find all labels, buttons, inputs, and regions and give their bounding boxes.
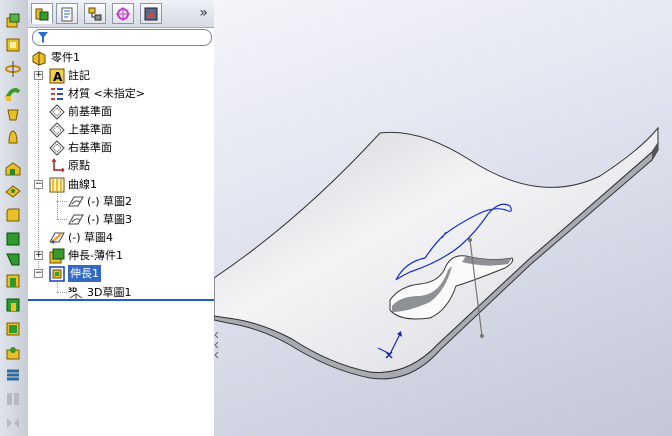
fillet-icon[interactable] (4, 206, 22, 224)
extruded-boss-icon[interactable] (4, 12, 22, 30)
extrude-cut-icon (49, 266, 65, 282)
extrude-thin-icon (49, 248, 65, 264)
bell-icon[interactable] (4, 128, 22, 146)
sketch-edit-icon (49, 230, 65, 246)
sketch-icon (68, 194, 84, 210)
display-manager-tab[interactable] (140, 3, 162, 24)
tree-item-right-plane[interactable]: 右基準面 (49, 139, 199, 156)
svg-text:3D: 3D (68, 287, 77, 294)
tree-item-label: 註記 (68, 69, 90, 82)
linear-pattern-icon[interactable] (4, 390, 22, 408)
configuration-manager-tab[interactable] (84, 3, 106, 24)
features-toolbar (0, 0, 29, 436)
mirror-icon[interactable] (4, 414, 22, 432)
tree-item-extrude1[interactable]: 伸長1 (49, 265, 199, 282)
tree-item-label: 零件1 (51, 51, 80, 64)
hole-wizard-icon[interactable] (4, 320, 22, 338)
tree-item-curve[interactable]: 曲線1 (49, 176, 199, 193)
tree-item-annotations[interactable]: A 註記 (49, 67, 199, 84)
tree-item-top-plane[interactable]: 上基準面 (49, 121, 199, 138)
graphics-viewport[interactable] (214, 0, 672, 436)
part-model[interactable] (214, 0, 672, 436)
revolve-icon[interactable] (4, 60, 22, 78)
plane-icon (49, 140, 65, 156)
tree-item-extrude-thin[interactable]: 伸長-薄件1 (49, 247, 199, 264)
filter-icon (38, 32, 48, 43)
tree-item-label: 曲線1 (68, 178, 97, 191)
tree-item-label: 右基準面 (68, 141, 112, 154)
dim-expert-tab[interactable] (112, 3, 134, 24)
tree-item-material[interactable]: 材質 <未指定> (49, 85, 209, 102)
loft-icon[interactable] (4, 106, 22, 124)
sweep-icon[interactable] (4, 84, 22, 102)
svg-text:A: A (53, 70, 63, 84)
tree-item-label: (-) 草圖4 (68, 231, 114, 244)
extruded-base-icon[interactable] (4, 36, 22, 54)
tree-item-label: 前基準面 (68, 105, 112, 118)
tree-item-sketch2[interactable]: (-) 草圖2 (68, 193, 208, 210)
collapse-toggle[interactable]: − (34, 180, 43, 189)
more-tabs-chevron[interactable]: » (199, 5, 208, 21)
extruded-cut-icon[interactable] (4, 160, 22, 178)
plane-icon (49, 122, 65, 138)
plane-icon (49, 104, 65, 120)
part-icon (32, 50, 48, 66)
property-manager-tab[interactable] (56, 3, 78, 24)
collapse-toggle[interactable]: − (34, 269, 43, 278)
material-icon (49, 86, 65, 102)
curve-icon (49, 177, 65, 193)
feature-tree-tab[interactable] (31, 3, 53, 24)
tree-item-front-plane[interactable]: 前基準面 (49, 103, 199, 120)
annotation-icon: A (49, 68, 65, 84)
expand-toggle[interactable]: + (34, 251, 43, 260)
tree-item-part[interactable]: 零件1 (32, 49, 202, 66)
cut-icon[interactable] (4, 182, 22, 200)
sketch-icon (68, 212, 84, 228)
origin-icon (49, 158, 65, 174)
rollback-bar[interactable] (28, 299, 214, 301)
chamfer-icon[interactable] (4, 230, 22, 248)
tree-item-origin[interactable]: 原點 (49, 157, 199, 174)
draft-icon[interactable] (4, 296, 22, 314)
tree-item-sketch3[interactable]: (-) 草圖3 (68, 211, 208, 228)
tree-item-label: (-) 草圖3 (87, 213, 133, 226)
flex-icon[interactable] (4, 366, 22, 384)
shell-icon[interactable] (4, 272, 22, 290)
panel-splitter-handle[interactable] (214, 330, 220, 360)
feature-manager-panel: » 零件1 + A 註記 材質 <未指定> 前基準面 上基準面 右基準面 原點 (28, 0, 215, 436)
feature-manager-tabs: » (28, 0, 214, 28)
tree-item-sketch4[interactable]: (-) 草圖4 (49, 229, 199, 246)
tree-item-label: 伸長-薄件1 (68, 249, 123, 262)
tree-item-label: 材質 <未指定> (68, 87, 145, 100)
dome-icon[interactable] (4, 344, 22, 362)
tree-item-label: (-) 草圖2 (87, 195, 133, 208)
tree-item-label: 原點 (68, 159, 90, 172)
tree-item-label: 上基準面 (68, 123, 112, 136)
expand-toggle[interactable]: + (34, 71, 43, 80)
tree-item-label: 伸長1 (68, 265, 101, 282)
rib-icon[interactable] (4, 250, 22, 268)
tree-filter-input[interactable] (32, 29, 212, 46)
